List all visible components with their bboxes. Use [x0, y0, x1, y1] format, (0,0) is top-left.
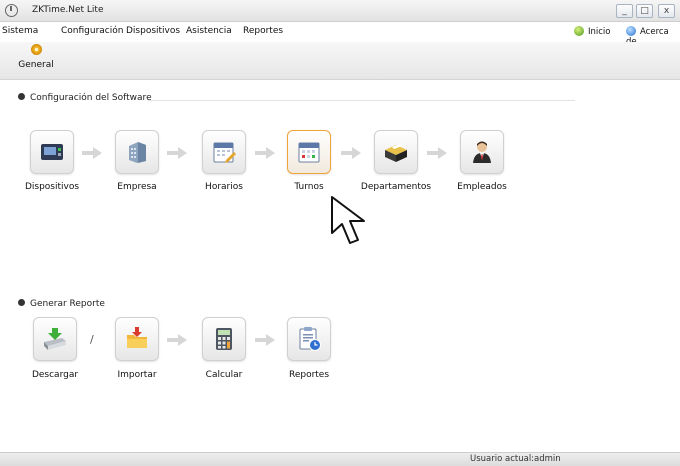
separator-slash: /: [90, 333, 94, 346]
flow-arrow-icon: [167, 147, 187, 159]
home-icon: [574, 26, 584, 36]
general-label: General: [18, 60, 54, 70]
turnos-label: Turnos: [294, 182, 324, 192]
title-bar: ZKTime.Net Lite _ □ x: [0, 0, 680, 22]
departamentos-button[interactable]: [374, 130, 418, 174]
calcular-button[interactable]: [202, 317, 246, 361]
bullet-icon: [18, 299, 25, 306]
importar-label: Importar: [117, 370, 157, 380]
report-section-title: Generar Reporte: [30, 299, 105, 309]
calendar-shift-icon: [298, 142, 320, 163]
importar-button[interactable]: [115, 317, 159, 361]
horarios-label: Horarios: [205, 182, 243, 192]
calculator-icon: [216, 328, 232, 350]
download-icon: [44, 328, 66, 350]
descargar-button[interactable]: [33, 317, 77, 361]
mouse-pointer-icon: [331, 196, 365, 244]
dispositivos-button[interactable]: [30, 130, 74, 174]
main-content: Configuración del Software Dispositivos …: [0, 80, 680, 452]
bullet-icon: [18, 93, 25, 100]
menu-reportes[interactable]: Reportes: [243, 26, 283, 36]
reportes-label: Reportes: [288, 370, 330, 380]
departamentos-label: Departamentos: [360, 182, 432, 192]
flow-arrow-icon: [167, 334, 187, 346]
calendar-edit-icon: [213, 142, 236, 163]
maximize-button[interactable]: □: [636, 4, 653, 18]
section-divider: [148, 100, 575, 101]
flow-arrow-icon: [341, 147, 361, 159]
minimize-button[interactable]: _: [616, 4, 633, 18]
menu-configuracion[interactable]: Configuración: [61, 26, 123, 36]
inicio-link[interactable]: Inicio: [574, 26, 611, 37]
building-icon: [129, 142, 146, 163]
import-folder-icon: [127, 327, 147, 348]
info-icon: [626, 26, 636, 36]
device-terminal-icon: [41, 144, 63, 160]
empleados-label: Empleados: [457, 182, 507, 192]
empresa-button[interactable]: [115, 130, 159, 174]
report-clock-icon: [299, 327, 321, 351]
close-button[interactable]: x: [658, 4, 675, 18]
config-section-header: Configuración del Software: [18, 93, 152, 103]
descargar-label: Descargar: [31, 370, 79, 380]
window-title: ZKTime.Net Lite: [32, 5, 104, 15]
flow-arrow-icon: [255, 334, 275, 346]
turnos-button[interactable]: [287, 130, 331, 174]
horarios-button[interactable]: [202, 130, 246, 174]
employee-icon: [473, 141, 491, 163]
config-section-title: Configuración del Software: [30, 93, 152, 103]
flow-arrow-icon: [255, 147, 275, 159]
menu-sistema[interactable]: Sistema: [2, 26, 38, 36]
gear-icon: [30, 44, 42, 55]
empleados-button[interactable]: [460, 130, 504, 174]
menu-bar: Sistema Configuración Dispositivos Asist…: [0, 22, 680, 47]
toolbar: General: [0, 42, 680, 80]
general-button[interactable]: General: [14, 44, 58, 76]
flow-arrow-icon: [427, 147, 447, 159]
file-cabinet-icon: [385, 144, 407, 162]
inicio-label: Inicio: [588, 27, 611, 37]
menu-asistencia[interactable]: Asistencia: [186, 26, 232, 36]
calcular-label: Calcular: [205, 370, 243, 380]
empresa-label: Empresa: [117, 182, 157, 192]
report-section-header: Generar Reporte: [18, 299, 105, 309]
app-power-icon: [5, 4, 18, 17]
reportes-button[interactable]: [287, 317, 331, 361]
current-user-text: Usuario actual:admin: [470, 454, 561, 464]
flow-arrow-icon: [82, 147, 102, 159]
status-bar: Usuario actual:admin: [0, 452, 680, 466]
menu-dispositivos[interactable]: Dispositivos: [126, 26, 180, 36]
dispositivos-label: Dispositivos: [24, 182, 80, 192]
